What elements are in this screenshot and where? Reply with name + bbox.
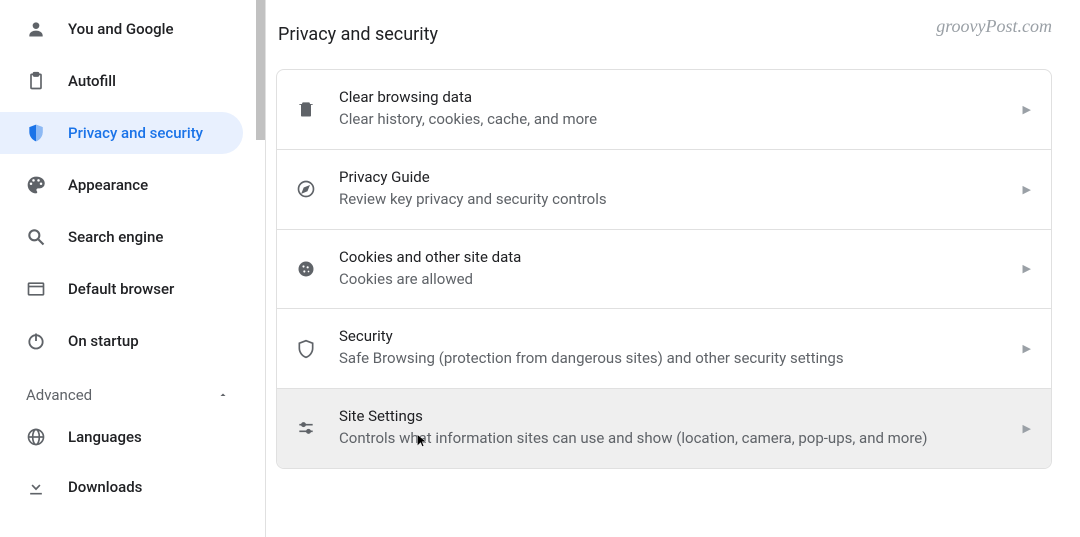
chevron-right-icon: ▶ (1023, 103, 1031, 116)
row-title: Site Settings (339, 407, 1011, 425)
sidebar-item-autofill[interactable]: Autofill (0, 60, 243, 102)
advanced-section-toggle[interactable]: Advanced (0, 374, 265, 416)
compass-icon (295, 178, 317, 200)
sidebar-item-label: Privacy and security (68, 124, 203, 142)
sidebar-item-label: You and Google (68, 20, 173, 38)
person-icon (26, 19, 46, 39)
sidebar-item-default-browser[interactable]: Default browser (0, 268, 243, 310)
chevron-right-icon: ▶ (1023, 262, 1031, 275)
trash-icon (295, 98, 317, 120)
shield-icon (26, 123, 46, 143)
row-text: Security Safe Browsing (protection from … (339, 327, 1011, 370)
sidebar-item-downloads[interactable]: Downloads (0, 466, 265, 508)
power-icon (26, 331, 46, 351)
sidebar-item-privacy-security[interactable]: Privacy and security (0, 112, 243, 154)
row-desc: Cookies are allowed (339, 269, 1011, 291)
row-security[interactable]: Security Safe Browsing (protection from … (277, 309, 1051, 389)
row-text: Cookies and other site data Cookies are … (339, 248, 1011, 291)
sidebar-item-on-startup[interactable]: On startup (0, 320, 243, 362)
sliders-icon (295, 417, 317, 439)
globe-icon (26, 427, 46, 447)
row-desc: Safe Browsing (protection from dangerous… (339, 348, 1011, 370)
row-desc: Controls what information sites can use … (339, 428, 1011, 450)
row-title: Privacy Guide (339, 168, 1011, 186)
sidebar-item-label: On startup (68, 332, 139, 350)
row-title: Clear browsing data (339, 88, 1011, 106)
row-desc: Review key privacy and security controls (339, 189, 1011, 211)
advanced-label: Advanced (26, 386, 92, 404)
scrollbar-thumb[interactable] (256, 0, 265, 140)
sidebar-item-label: Search engine (68, 228, 163, 246)
download-icon (26, 477, 46, 497)
search-icon (26, 227, 46, 247)
row-title: Cookies and other site data (339, 248, 1011, 266)
row-desc: Clear history, cookies, cache, and more (339, 109, 1011, 131)
chevron-right-icon: ▶ (1023, 183, 1031, 196)
shield-outline-icon (295, 338, 317, 360)
chevron-right-icon: ▶ (1023, 342, 1031, 355)
row-site-settings[interactable]: Site Settings Controls what information … (277, 389, 1051, 468)
sidebar-item-label: Default browser (68, 280, 174, 298)
chevron-right-icon: ▶ (1023, 422, 1031, 435)
row-text: Privacy Guide Review key privacy and sec… (339, 168, 1011, 211)
row-cookies[interactable]: Cookies and other site data Cookies are … (277, 230, 1051, 310)
sidebar-item-appearance[interactable]: Appearance (0, 164, 243, 206)
watermark: groovyPost.com (936, 16, 1052, 37)
sidebar-item-languages[interactable]: Languages (0, 416, 265, 458)
sidebar-item-label: Languages (68, 428, 142, 446)
sidebar: You and Google Autofill Privacy and secu… (0, 0, 266, 537)
chevron-up-icon (217, 389, 229, 401)
main-content: groovyPost.com Privacy and security Clea… (266, 0, 1080, 537)
palette-icon (26, 175, 46, 195)
row-text: Site Settings Controls what information … (339, 407, 1011, 450)
row-title: Security (339, 327, 1011, 345)
clipboard-icon (26, 71, 46, 91)
row-privacy-guide[interactable]: Privacy Guide Review key privacy and sec… (277, 150, 1051, 230)
sidebar-item-you-and-google[interactable]: You and Google (0, 8, 243, 50)
sidebar-item-search-engine[interactable]: Search engine (0, 216, 243, 258)
row-text: Clear browsing data Clear history, cooki… (339, 88, 1011, 131)
settings-card: Clear browsing data Clear history, cooki… (276, 69, 1052, 469)
row-clear-browsing-data[interactable]: Clear browsing data Clear history, cooki… (277, 70, 1051, 150)
sidebar-item-label: Autofill (68, 72, 116, 90)
cookie-icon (295, 258, 317, 280)
browser-icon (26, 279, 46, 299)
sidebar-item-label: Appearance (68, 176, 148, 194)
sidebar-item-label: Downloads (68, 478, 142, 496)
